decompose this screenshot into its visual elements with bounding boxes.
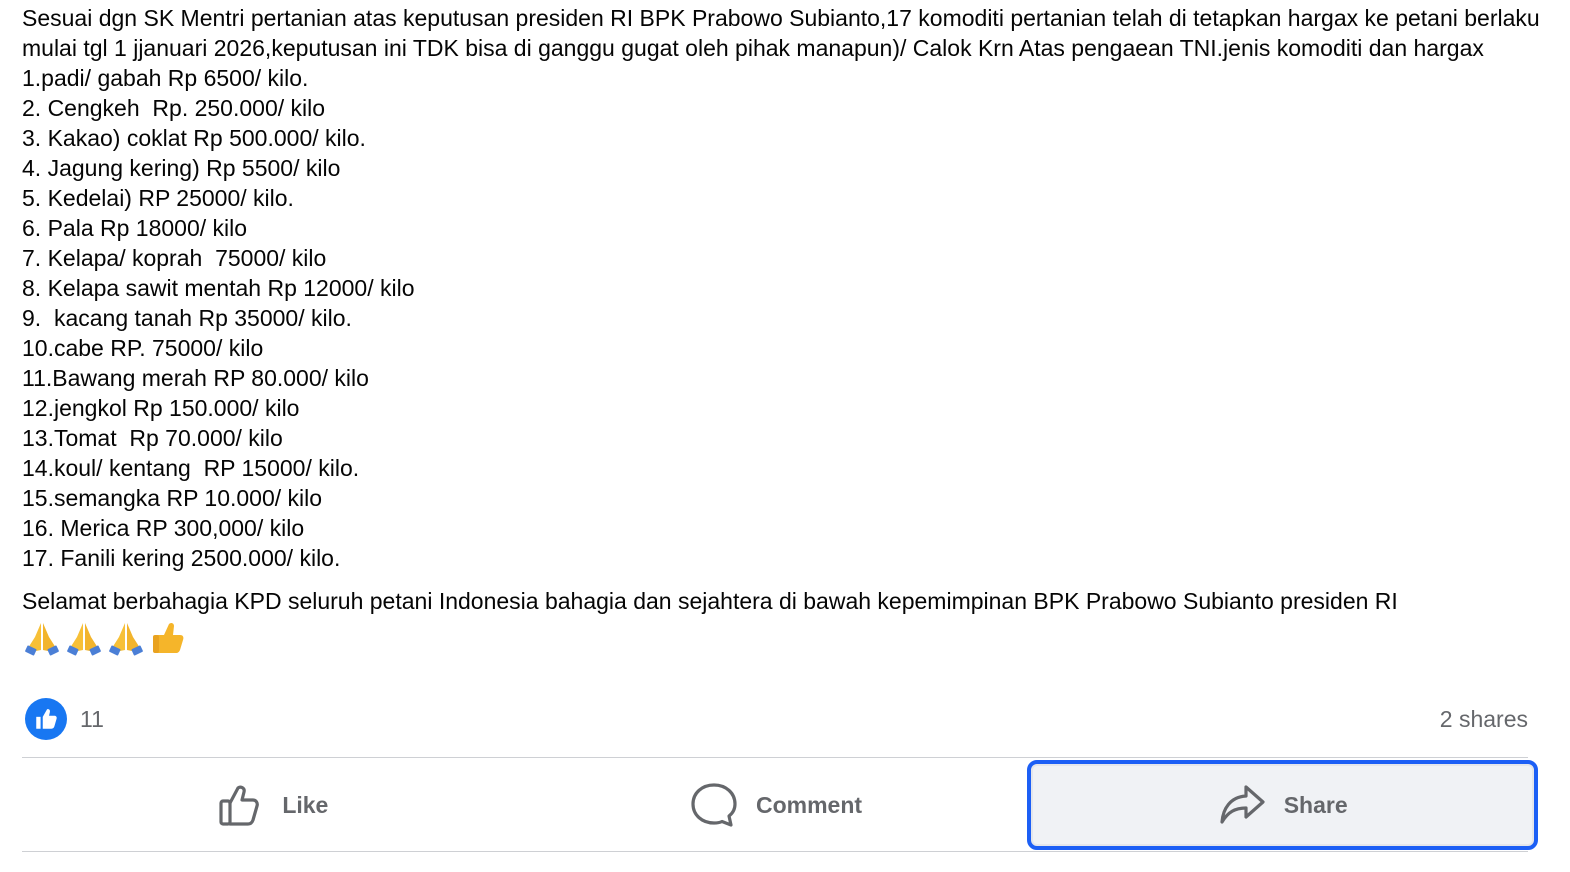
post-closing: Selamat berbahagia KPD seluruh petani In…	[22, 588, 1398, 614]
shares-count[interactable]: 2 shares	[1440, 706, 1528, 733]
divider	[22, 851, 1528, 852]
commodity-price-item: 4. Jagung kering) Rp 5500/ kilo	[22, 155, 341, 181]
like-reaction-icon	[25, 698, 67, 740]
commodity-price-item: 16. Merica RP 300,000/ kilo	[22, 515, 305, 541]
folded-hands-icon	[25, 623, 59, 656]
comment-button[interactable]: Comment	[525, 760, 1028, 850]
commodity-price-item: 9. kacang tanah Rp 35000/ kilo.	[22, 305, 352, 331]
commodity-price-item: 13.Tomat Rp 70.000/ kilo	[22, 425, 283, 451]
commodity-price-item: 14.koul/ kentang RP 15000/ kilo.	[22, 455, 360, 481]
post-stats-row: 11 2 shares	[22, 697, 1528, 741]
commodity-price-item: 15.semangka RP 10.000/ kilo	[22, 485, 323, 511]
commodity-price-item: 10.cabe RP. 75000/ kilo	[22, 335, 264, 361]
thumbs-up-icon	[153, 622, 184, 653]
reactions-summary[interactable]: 11	[25, 698, 104, 740]
post-action-bar: Like Comment Share	[22, 760, 1539, 850]
commodity-price-item: 11.Bawang merah RP 80.000/ kilo	[22, 365, 369, 391]
share-button[interactable]: Share	[1027, 760, 1539, 850]
comment-bubble-icon	[691, 783, 737, 827]
commodity-price-item: 8. Kelapa sawit mentah Rp 12000/ kilo	[22, 275, 415, 301]
commodity-price-item: 17. Fanili kering 2500.000/ kilo.	[22, 545, 341, 571]
thumbs-up-outline-icon	[219, 785, 260, 826]
post-intro: Sesuai dgn SK Mentri pertanian atas kepu…	[22, 5, 1547, 61]
commodity-price-item: 3. Kakao) coklat Rp 500.000/ kilo.	[22, 125, 366, 151]
share-label: Share	[1283, 791, 1348, 818]
share-arrow-icon	[1220, 785, 1265, 824]
commodity-price-item: 12.jengkol Rp 150.000/ kilo	[22, 395, 300, 421]
facebook-post: Sesuai dgn SK Mentri pertanian atas kepu…	[0, 0, 1570, 872]
comment-label: Comment	[755, 791, 863, 818]
divider	[22, 757, 1528, 758]
post-body: Sesuai dgn SK Mentri pertanian atas kepu…	[22, 3, 1542, 658]
commodity-price-item: 5. Kedelai) RP 25000/ kilo.	[22, 185, 294, 211]
folded-hands-icon	[109, 623, 143, 656]
like-label: Like	[282, 791, 329, 818]
commodity-price-item: 6. Pala Rp 18000/ kilo	[22, 215, 248, 241]
commodity-price-item: 7. Kelapa/ koprah 75000/ kilo	[22, 245, 327, 271]
reaction-count: 11	[80, 705, 104, 732]
commodity-price-list: 1.padi/ gabah Rp 6500/ kilo. 2. Cengkeh R…	[22, 63, 1542, 573]
emoji-row	[22, 616, 1542, 658]
like-button[interactable]: Like	[22, 760, 525, 850]
commodity-price-item: 1.padi/ gabah Rp 6500/ kilo.	[22, 65, 309, 91]
folded-hands-icon	[67, 623, 101, 656]
commodity-price-item: 2. Cengkeh Rp. 250.000/ kilo	[22, 95, 326, 121]
